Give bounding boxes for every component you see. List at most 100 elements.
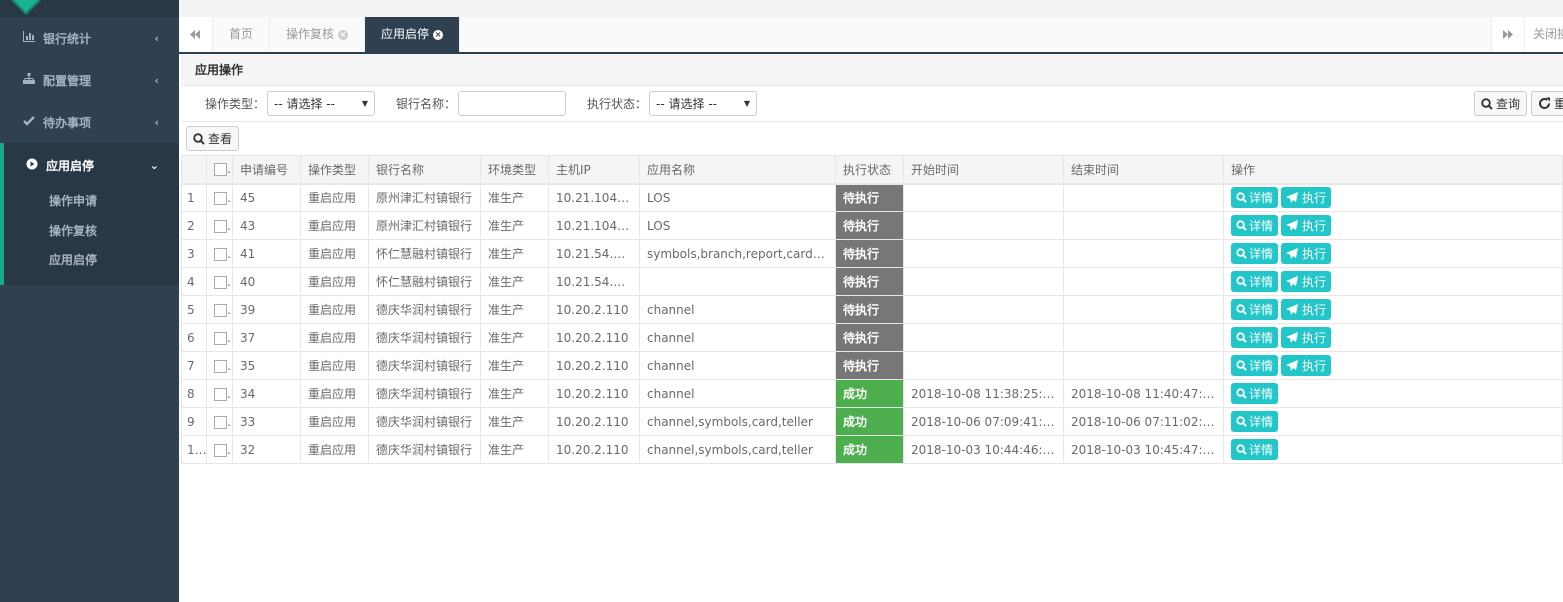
refresh-icon — [1539, 97, 1550, 109]
row-select-cell[interactable] — [206, 435, 233, 464]
detail-button[interactable]: 详情 — [1231, 411, 1279, 432]
cell-end-time: 2018-10-06 07:11:02:218 — [1063, 407, 1224, 436]
table-row[interactable]: 3 41 重启应用 怀仁慧融村镇银行 准生产 10.21.54.110 symbols,br… — [181, 239, 1563, 268]
table-row[interactable]: 8 34 重启应用 德庆华润村镇银行 准生产 10.20.2.110 channel 成功 20… — [181, 379, 1563, 408]
row-checkbox[interactable] — [214, 387, 227, 401]
check-icon — [22, 115, 36, 129]
table-row[interactable]: 9 33 重启应用 德庆华润村镇银行 准生产 10.20.2.110 channel,sym… — [181, 407, 1563, 436]
row-select-cell[interactable] — [206, 407, 233, 436]
row-select-cell[interactable] — [206, 323, 233, 352]
col-header[interactable]: 开始时间 — [903, 155, 1064, 185]
col-select-all[interactable] — [206, 155, 233, 185]
col-header[interactable]: 执行状态 — [835, 155, 904, 185]
close-operations-button[interactable]: 关闭操作 — [1525, 17, 1563, 52]
bank-name-input[interactable] — [458, 91, 567, 116]
row-checkbox[interactable] — [214, 331, 227, 345]
status-badge: 待执行 — [835, 267, 904, 296]
chevron-left-icon: ‹ — [154, 73, 159, 87]
tab-app-control[interactable]: 应用启停 × — [365, 17, 461, 52]
row-select-cell[interactable] — [206, 379, 233, 408]
cell-start-time: 2018-10-06 07:09:41:445 — [903, 407, 1064, 436]
detail-label: 详情 — [1249, 191, 1274, 206]
row-select-cell[interactable] — [206, 351, 233, 380]
exec-status-select[interactable]: -- 请选择 -- ▼ — [649, 91, 758, 116]
row-checkbox[interactable] — [214, 275, 227, 289]
cell-start-time — [903, 323, 1064, 352]
search-icon — [1236, 444, 1247, 455]
row-checkbox[interactable] — [214, 191, 227, 205]
sidebar-item-bank-stats[interactable]: 银行统计 ‹ — [0, 17, 179, 59]
close-icon[interactable]: × — [338, 29, 349, 40]
col-header[interactable]: 操作类型 — [300, 155, 369, 185]
detail-button[interactable]: 详情 — [1231, 355, 1279, 376]
tab-home[interactable]: 首页 — [213, 17, 271, 52]
detail-button[interactable]: 详情 — [1231, 439, 1279, 460]
row-checkbox[interactable] — [214, 219, 227, 233]
col-header[interactable]: 环境类型 — [480, 155, 549, 185]
sidebar-subitem-app-control[interactable]: 应用启停 — [4, 246, 179, 276]
row-checkbox[interactable] — [214, 303, 227, 317]
table-row[interactable]: 6 37 重启应用 德庆华润村镇银行 准生产 10.20.2.110 channel 待执行 详… — [181, 323, 1563, 352]
cell-app-name: channel,symbols,card,teller — [639, 407, 836, 436]
row-select-cell[interactable] — [206, 211, 233, 240]
caret-down-icon: ▼ — [361, 99, 369, 108]
sidebar-item-todo[interactable]: 待办事项 ‹ — [0, 101, 179, 143]
execute-button[interactable]: 执行 — [1281, 215, 1332, 236]
col-header[interactable]: 银行名称 — [368, 155, 481, 185]
cell-end-time — [1063, 323, 1224, 352]
detail-label: 详情 — [1249, 359, 1274, 373]
tab-scroll-left-button[interactable] — [179, 17, 213, 52]
table-row[interactable]: 1 45 重启应用 原州津汇村镇银行 准生产 10.21.104.22 LOS 待执行 详情 执行 — [181, 183, 1563, 212]
cell-host-ip: 10.20.2.110 — [548, 407, 640, 436]
row-select-cell[interactable] — [206, 183, 233, 212]
col-header[interactable]: 应用名称 — [639, 155, 836, 185]
execute-button[interactable]: 执行 — [1281, 243, 1332, 264]
detail-button[interactable]: 详情 — [1231, 271, 1279, 292]
col-header[interactable]: 申请编号 — [232, 155, 301, 185]
detail-button[interactable]: 详情 — [1231, 383, 1279, 404]
row-checkbox[interactable] — [214, 443, 227, 457]
execute-button[interactable]: 执行 — [1281, 299, 1332, 320]
row-select-cell[interactable] — [206, 295, 233, 324]
table-row[interactable]: 4 40 重启应用 怀仁慧融村镇银行 准生产 10.21.54.110 待执行 详情 执行 — [181, 267, 1563, 296]
row-checkbox[interactable] — [214, 247, 227, 261]
search-button[interactable]: 查询 — [1473, 91, 1527, 116]
table-row[interactable]: 2 43 重启应用 原州津汇村镇银行 准生产 10.21.104.22 LOS 待执行 详情 执行 — [181, 211, 1563, 240]
execute-label: 执行 — [1302, 191, 1327, 206]
row-select-cell[interactable] — [206, 239, 233, 268]
execute-button[interactable]: 执行 — [1281, 327, 1332, 348]
detail-label: 详情 — [1249, 331, 1274, 345]
detail-button[interactable]: 详情 — [1231, 187, 1279, 209]
row-checkbox[interactable] — [214, 415, 227, 429]
sidebar-subitem-apply[interactable]: 操作申请 — [4, 187, 179, 217]
table-row[interactable]: 10 32 重启应用 德庆华润村镇银行 准生产 10.20.2.110 channel,sy… — [181, 435, 1563, 464]
sidebar-item-config[interactable]: 配置管理 ‹ — [0, 59, 179, 101]
reset-button[interactable]: 重置 — [1531, 91, 1563, 116]
op-type-select[interactable]: -- 请选择 -- ▼ — [267, 91, 376, 116]
close-icon[interactable]: × — [433, 29, 444, 40]
sidebar-subitem-review[interactable]: 操作复核 — [4, 217, 179, 247]
view-button[interactable]: 查看 — [186, 126, 240, 151]
detail-button[interactable]: 详情 — [1231, 215, 1279, 236]
detail-button[interactable]: 详情 — [1231, 327, 1279, 348]
sidebar-item-app-control[interactable]: 应用启停 ⌄ — [4, 143, 179, 187]
cell-bank-name: 原州津汇村镇银行 — [368, 211, 481, 240]
tab-review[interactable]: 操作复核 × — [270, 17, 366, 52]
table-row[interactable]: 5 39 重启应用 德庆华润村镇银行 准生产 10.20.2.110 channel 待执行 详… — [181, 295, 1563, 324]
execute-label: 执行 — [1302, 359, 1327, 373]
cell-env-type: 准生产 — [480, 239, 549, 268]
row-select-cell[interactable] — [206, 267, 233, 296]
col-header[interactable]: 主机IP — [548, 155, 640, 185]
detail-button[interactable]: 详情 — [1231, 299, 1279, 320]
execute-button[interactable]: 执行 — [1281, 187, 1332, 209]
detail-button[interactable]: 详情 — [1231, 243, 1279, 264]
table-row[interactable]: 7 35 重启应用 德庆华润村镇银行 准生产 10.20.2.110 channel 待执行 详… — [181, 351, 1563, 380]
reset-label: 重置 — [1554, 95, 1563, 112]
tab-scroll-right-button[interactable] — [1491, 17, 1525, 52]
cell-host-ip: 10.20.2.110 — [548, 351, 640, 380]
execute-button[interactable]: 执行 — [1281, 355, 1332, 376]
row-checkbox[interactable] — [214, 359, 227, 373]
execute-button[interactable]: 执行 — [1281, 271, 1332, 292]
select-all-checkbox[interactable] — [214, 163, 227, 177]
col-header[interactable]: 结束时间 — [1063, 155, 1224, 185]
